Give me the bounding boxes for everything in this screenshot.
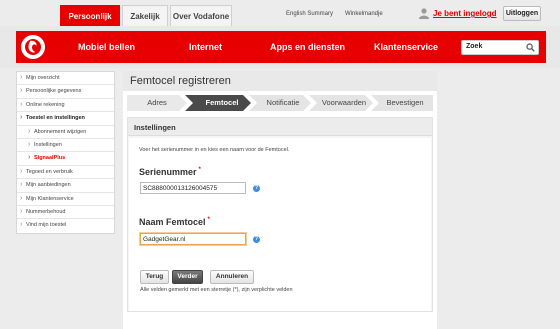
required-mark: * [207,217,210,223]
winkelmandje-link[interactable]: Winkelmandje [345,11,383,17]
step-adres[interactable]: Adres [127,95,187,111]
search-input[interactable]: Zoek [461,40,539,55]
logout-button[interactable]: Uitloggen [503,6,541,21]
step-notificatie: Notificatie [249,95,311,111]
sidebar-item-mijn-overzicht[interactable]: Mijn overzicht [17,72,114,86]
step-femtocel: Femtocel [185,95,251,111]
cancel-button[interactable]: Annuleren [210,270,254,284]
nav-mobiel-bellen[interactable]: Mobiel bellen [78,42,135,52]
sidebar-item-instellingen[interactable]: Instellingen [17,139,114,153]
sidebar: Mijn overzicht Persoonlijke gegevens Onl… [16,71,115,234]
panel-header: Instellingen [128,118,432,136]
sidebar-item-toestel-en-instellingen[interactable]: Toestel en instellingen [17,112,114,126]
help-icon[interactable]: ? [253,236,260,243]
help-icon[interactable]: ? [253,185,260,192]
sidebar-item-nummerbehoud[interactable]: Nummerbehoud [17,206,114,220]
page-title-bar: Femtocel registreren [123,71,437,91]
sidebar-item-abonnement-wijzigen[interactable]: Abonnement wijzigen [17,126,114,139]
next-button[interactable]: Verder [172,270,203,284]
vodafone-speechmark-icon[interactable] [20,34,46,60]
sidebar-item-mijn-aanbiedingen[interactable]: Mijn aanbiedingen [17,179,114,193]
sidebar-item-persoonlijke-gegevens[interactable]: Persoonlijke gegevens [17,85,114,99]
tab-zakelijk[interactable]: Zakelijk [122,5,168,26]
step-voorwaarden: Voorwaarden [309,95,373,111]
step-bevestigen: Bevestigen [371,95,433,111]
sidebar-item-vind-mijn-toestel[interactable]: Vind mijn toestel [17,219,114,232]
nav-internet[interactable]: Internet [189,42,222,52]
required-fields-note: Alle velden gemerkt met een sterretje (*… [140,287,293,293]
search-placeholder: Zoek [466,43,483,50]
femtocel-name-input[interactable] [140,233,246,245]
back-button[interactable]: Terug [140,270,169,284]
tab-persoonlijk[interactable]: Persoonlijk [60,5,120,26]
tab-over-vodafone[interactable]: Over Vodafone [170,5,232,26]
sidebar-item-tegoed-en-verbruik[interactable]: Tegoed en verbruik [17,166,114,180]
logged-in-link[interactable]: Je bent ingelogd [433,9,497,18]
english-summary-link[interactable]: English Summary [286,11,333,17]
serial-number-input[interactable] [140,182,246,194]
sidebar-item-mijn-klantenservice[interactable]: Mijn Klantenservice [17,193,114,206]
search-icon[interactable] [526,43,535,52]
user-icon [419,8,429,19]
intro-text: Voer het serienummer in en kies een naam… [139,147,290,153]
nav-apps-en-diensten[interactable]: Apps en diensten [270,42,345,52]
sidebar-item-online-rekening[interactable]: Online rekening [17,99,114,113]
nav-klantenservice[interactable]: Klantenservice [374,42,438,52]
panel-title: Instellingen [134,123,176,132]
panel-body: Voer het serienummer in en kies een naam… [129,138,431,311]
required-mark: * [198,167,201,173]
top-bar: Persoonlijk Zakelijk Over Vodafone Engli… [0,0,560,26]
page-title: Femtocel registreren [130,75,231,87]
sidebar-item-signaalplus[interactable]: SignaalPlus [17,152,114,166]
name-label: Naam Femtocel * [139,217,210,227]
serial-label-text: Serienummer [139,167,197,177]
name-label-text: Naam Femtocel [139,217,206,227]
serial-label: Serienummer * [139,167,201,177]
step-indicator: Adres Femtocel Notificatie Voorwaarden B… [127,95,433,111]
